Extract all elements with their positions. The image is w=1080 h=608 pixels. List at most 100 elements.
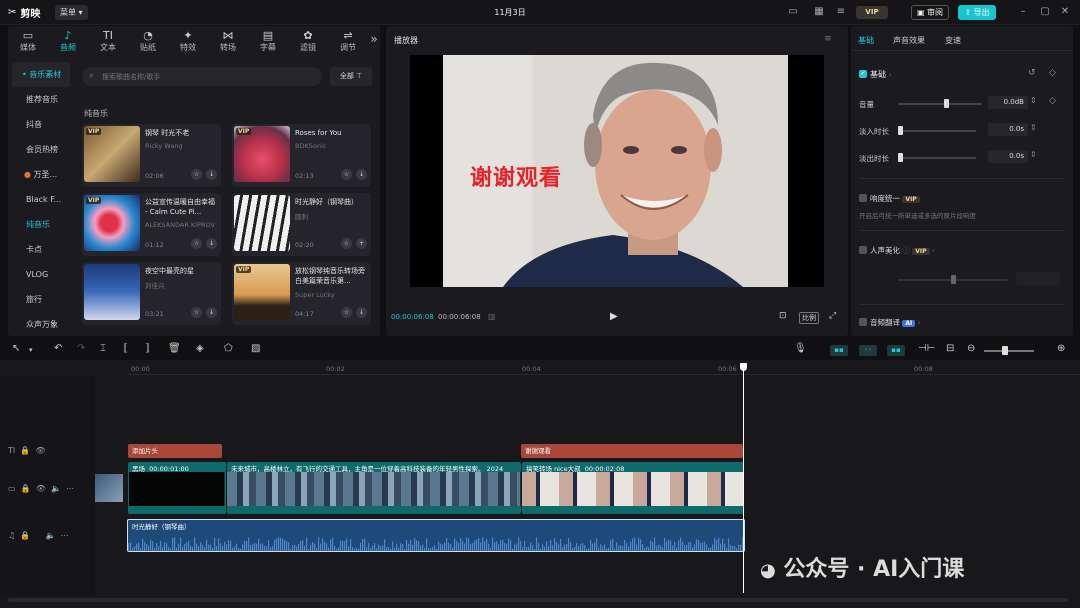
music-card[interactable]: VIP Roses for You BDKSonic 02:13 ☆ ↓: [232, 124, 371, 187]
favorite-icon[interactable]: ☆: [341, 307, 352, 318]
split-icon[interactable]: ⌶: [100, 343, 106, 354]
more-tabs-icon[interactable]: »: [368, 26, 380, 56]
linkage-icon[interactable]: ▪▪: [887, 345, 905, 356]
menu-button[interactable]: 菜单 ▾: [55, 5, 88, 20]
cover-thumbnail[interactable]: [95, 474, 123, 502]
redo-icon[interactable]: ↷: [77, 343, 85, 354]
keyframe-icon[interactable]: ◇: [1049, 68, 1056, 78]
chevron-down-icon[interactable]: ▾: [29, 346, 33, 354]
category-item[interactable]: 抖音: [8, 112, 74, 137]
tab-effects[interactable]: ✦ 特效: [168, 26, 208, 56]
favorite-icon[interactable]: ☆: [191, 307, 202, 318]
play-button[interactable]: ▶: [610, 311, 618, 322]
vocal-value[interactable]: [1016, 272, 1060, 285]
category-item[interactable]: 会员热榜: [8, 137, 74, 162]
tab-audio[interactable]: ♪ 音频: [48, 26, 88, 56]
select-tool-icon[interactable]: ↖: [12, 343, 20, 354]
filter-button[interactable]: 全部 ⊤: [330, 67, 372, 86]
split-left-icon[interactable]: ⟦: [123, 343, 128, 354]
tab-adjust[interactable]: ⇌ 调节: [328, 26, 368, 56]
close-icon[interactable]: ✕: [1058, 6, 1072, 18]
text-clip[interactable]: 添加片头: [128, 444, 222, 458]
text-clip[interactable]: 谢谢观看: [521, 444, 743, 458]
maximize-icon[interactable]: ▢: [1038, 6, 1052, 18]
volume-slider-handle[interactable]: [944, 99, 950, 108]
category-item[interactable]: 推荐音乐: [8, 87, 74, 112]
favorite-icon[interactable]: ☆: [191, 169, 202, 180]
zoom-in-icon[interactable]: ⊕: [1057, 343, 1065, 354]
category-item[interactable]: VLOG: [8, 262, 74, 287]
vocal-slider-handle[interactable]: [950, 275, 956, 284]
layout-icon[interactable]: ▦: [812, 6, 826, 18]
video-clip-transition[interactable]: 搞笑转场 nice大叔 00:00:02:08: [522, 462, 744, 514]
player-menu-icon[interactable]: ≡: [824, 34, 832, 44]
translate-checkbox[interactable]: [859, 318, 867, 326]
download-icon[interactable]: ↓: [206, 169, 217, 180]
waveform-icon[interactable]: ▥: [488, 312, 496, 321]
audio-clip[interactable]: 时光静好（钢琴曲）: [127, 519, 745, 552]
music-card[interactable]: 夜空中最亮的星 刘佳兴 03:21 ☆ ↓: [82, 262, 221, 325]
zoom-slider[interactable]: [984, 350, 1034, 352]
volume-value[interactable]: 0.0dB: [988, 96, 1028, 109]
video-clip-city[interactable]: 未来城市，高楼林立，有飞行的交通工具，主角是一位穿着高科技装备的年轻男性探索。 …: [227, 462, 521, 514]
delete-icon[interactable]: 🗑: [168, 343, 181, 354]
fadeout-slider-handle[interactable]: [898, 153, 903, 162]
tab-speed[interactable]: 变速: [945, 35, 961, 46]
loudness-checkbox[interactable]: [859, 194, 867, 202]
stepper-icon[interactable]: ⇕: [1030, 96, 1037, 105]
reset-icon[interactable]: ↺: [1028, 68, 1036, 78]
search-input[interactable]: [82, 67, 322, 86]
preview-axis-icon[interactable]: ⊣⊢: [918, 343, 935, 354]
category-item[interactable]: 纯音乐: [8, 212, 74, 237]
music-card[interactable]: VIP 钢琴 时光不老 Ricky Wang 02:06 ☆ ↓: [82, 124, 221, 187]
export-button[interactable]: ⇪ 导出: [958, 5, 996, 20]
minimize-icon[interactable]: –: [1016, 6, 1030, 18]
category-item[interactable]: 众声万象: [8, 312, 74, 337]
microphone-icon[interactable]: 🎙: [794, 343, 807, 354]
tab-text[interactable]: TI 文本: [88, 26, 128, 56]
download-icon[interactable]: ↓: [356, 169, 367, 180]
playhead-handle[interactable]: [740, 363, 747, 371]
favorite-icon[interactable]: ☆: [191, 238, 202, 249]
music-card[interactable]: VIP 公益宣传温暖自由幸福 - Calm Cute Pi... ALEKSAN…: [82, 193, 221, 256]
favorite-icon[interactable]: ☆: [341, 238, 352, 249]
fadein-slider[interactable]: [898, 130, 976, 132]
tab-media[interactable]: ▭ 媒体: [8, 26, 48, 56]
split-right-icon[interactable]: ⟧: [145, 343, 150, 354]
vocal-checkbox[interactable]: [859, 246, 867, 254]
keyframe-icon[interactable]: ◇: [1049, 96, 1056, 106]
fadeout-slider[interactable]: [898, 157, 976, 159]
category-item[interactable]: 旅行: [8, 287, 74, 312]
zoom-out-icon[interactable]: ⊖: [967, 343, 975, 354]
monitor-icon[interactable]: ▭: [786, 6, 800, 18]
download-icon[interactable]: ↓: [206, 238, 217, 249]
volume-slider[interactable]: [898, 103, 982, 105]
category-item[interactable]: Black F...: [8, 187, 74, 212]
review-button[interactable]: ▣ 审阅: [911, 5, 949, 20]
tab-sticker[interactable]: ◔ 贴纸: [128, 26, 168, 56]
fit-screen-icon[interactable]: ⊟: [946, 343, 954, 354]
category-item[interactable]: • 音乐素材: [12, 62, 70, 87]
tab-transition[interactable]: ⋈ 转场: [208, 26, 248, 56]
music-card[interactable]: VIP 放松钢琴纯音乐转场旁白美篇荣音乐第... Super Lucky 04:…: [232, 262, 371, 325]
fullscreen-crop-icon[interactable]: ⊡: [779, 311, 787, 321]
stepper-icon[interactable]: ⇕: [1030, 123, 1037, 132]
tab-filter[interactable]: ✿ 滤镜: [288, 26, 328, 56]
main-track-link-icon[interactable]: ▪▪: [830, 345, 848, 356]
fadeout-value[interactable]: 0.0s: [988, 150, 1028, 163]
tab-basic[interactable]: 基础: [858, 35, 874, 46]
magnet-icon[interactable]: ◦◦: [859, 345, 877, 356]
undo-icon[interactable]: ↶: [54, 343, 62, 354]
ratio-button[interactable]: 比例: [799, 312, 819, 324]
expand-icon[interactable]: ⤢: [829, 311, 836, 321]
favorite-icon[interactable]: ☆: [341, 169, 352, 180]
playhead[interactable]: [743, 363, 744, 593]
fadein-slider-handle[interactable]: [898, 126, 903, 135]
mask-icon[interactable]: ◈: [196, 343, 204, 354]
download-icon[interactable]: ↓: [356, 307, 367, 318]
stepper-icon[interactable]: ⇕: [1030, 150, 1037, 159]
add-icon[interactable]: +: [356, 238, 367, 249]
category-item[interactable]: ● 万圣...: [8, 162, 74, 187]
tab-subtitle[interactable]: ▤ 字幕: [248, 26, 288, 56]
category-item[interactable]: 卡点: [8, 237, 74, 262]
